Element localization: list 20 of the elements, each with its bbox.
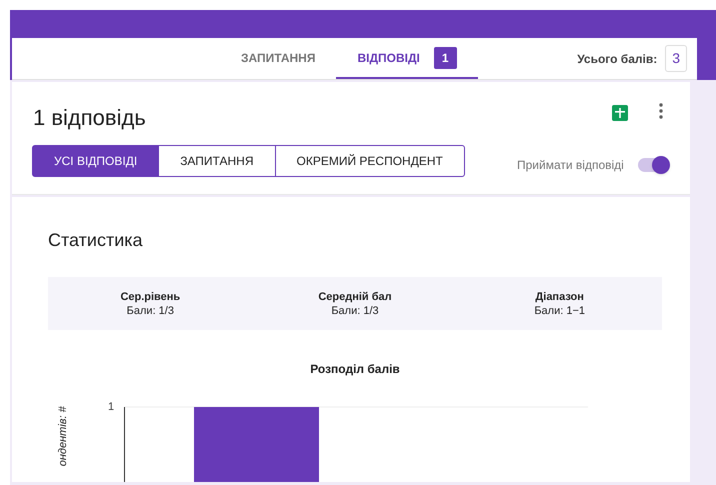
total-points-label: Усього балів: bbox=[577, 50, 658, 68]
tab[interactable]: ВІДПОВІДІ bbox=[357, 48, 420, 66]
stat-value: Бали: 1/3 bbox=[126, 304, 174, 318]
accept-responses-label: Приймати відповіді bbox=[517, 157, 624, 174]
tab[interactable]: ЗАПИТАННЯ bbox=[241, 48, 316, 66]
view-button[interactable]: УСІ ВІДПОВІДІ bbox=[32, 145, 160, 177]
y-axis-label: ондентів: # bbox=[56, 406, 70, 468]
stat-label: Сер.рівень bbox=[120, 290, 180, 304]
count-badge: 1 bbox=[434, 46, 457, 68]
stat-label: Діапазон bbox=[535, 290, 584, 304]
responses-title: 1 відповідь bbox=[33, 104, 146, 132]
stat-value: Бали: 1−1 bbox=[534, 304, 585, 318]
view-button[interactable]: ЗАПИТАННЯ bbox=[158, 145, 276, 177]
statistics-title: Статистика bbox=[48, 229, 143, 252]
y-axis-tick: 1 bbox=[108, 400, 114, 415]
view-button[interactable]: ОКРЕМИЙ РЕСПОНДЕНТ bbox=[274, 145, 465, 177]
total-points-value: 3 bbox=[665, 45, 687, 72]
chart-title: Розподіл балів bbox=[309, 361, 401, 378]
stat-value: Бали: 1/3 bbox=[331, 304, 379, 318]
stat-label: Середній бал bbox=[318, 290, 392, 304]
